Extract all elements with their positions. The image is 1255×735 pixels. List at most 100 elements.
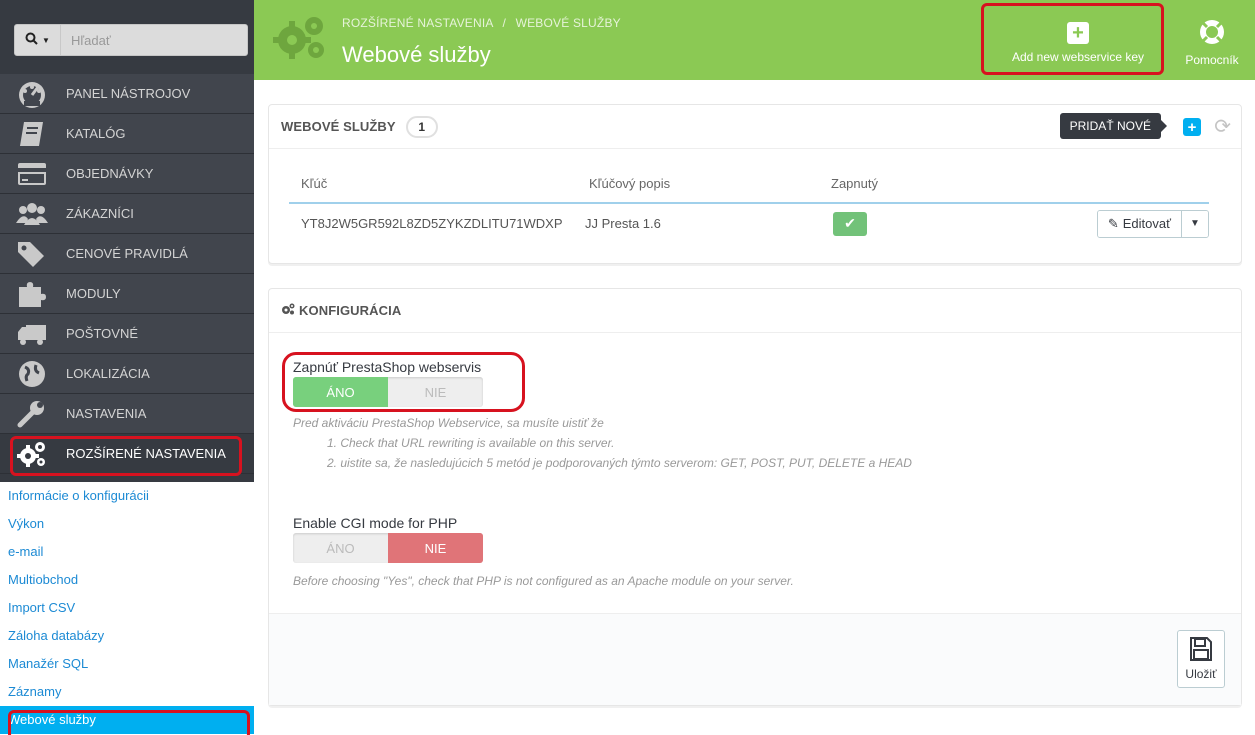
plus-icon: +: [1067, 22, 1089, 44]
edit-dropdown-toggle[interactable]: ▼: [1182, 210, 1208, 237]
submenu-item-db-backup[interactable]: Záloha databázy: [0, 622, 254, 650]
save-label: Uložiť: [1185, 667, 1217, 681]
users-icon: [14, 198, 50, 230]
submenu-item-csv-import[interactable]: Import CSV: [0, 594, 254, 622]
sidebar-item-label: ZÁKAZNÍCI: [66, 206, 134, 221]
sidebar-item-orders[interactable]: OBJEDNÁVKY: [0, 154, 254, 194]
gears-icon: [272, 14, 328, 62]
pencil-icon: ✎: [1107, 215, 1119, 231]
switch-no-option[interactable]: NIE: [388, 533, 483, 563]
floppy-disk-icon: [1190, 637, 1212, 664]
sidebar-item-label: POŠTOVNÉ: [66, 326, 139, 341]
table-header-row: Kľúč Kľúčový popis Zapnutý: [289, 165, 1209, 204]
enabled-check-icon[interactable]: ✔: [833, 211, 867, 236]
sidebar-item-modules[interactable]: MODULY: [0, 274, 254, 314]
help-button[interactable]: Pomocník: [1172, 0, 1252, 80]
help-step-1: 1. Check that URL rewriting is available…: [327, 436, 615, 450]
help-intro: Pred aktiváciu PrestaShop Webservice, sa…: [293, 416, 604, 430]
refresh-icon[interactable]: ⟳: [1214, 114, 1231, 139]
table-row[interactable]: YT8J2W5GR592L8ZD5ZYKZDLITU71WDXP JJ Pres…: [289, 203, 1209, 243]
panel-title: KONFIGURÁCIA: [299, 303, 402, 318]
sidebar-item-advanced-parameters[interactable]: ROZŠÍRENÉ NASTAVENIA: [0, 434, 254, 474]
edit-label: Editovať: [1122, 216, 1171, 231]
sidebar-item-label: LOKALIZÁCIA: [66, 366, 150, 381]
sidebar-item-label: OBJEDNÁVKY: [66, 166, 154, 181]
search-input[interactable]: [61, 25, 247, 55]
submenu-item-sql-manager[interactable]: Manažér SQL: [0, 650, 254, 678]
cgi-help-text: Before choosing "Yes", check that PHP is…: [293, 574, 794, 588]
wrench-icon: [14, 398, 50, 430]
submenu-item-logs[interactable]: Záznamy: [0, 678, 254, 706]
cgi-mode-label: Enable CGI mode for PHP: [293, 515, 458, 531]
add-webservice-key-button[interactable]: + Add new webservice key: [992, 0, 1164, 80]
panel-footer: Uložiť: [269, 613, 1241, 705]
switch-yes-option[interactable]: ÁNO: [293, 377, 388, 407]
tags-icon: [14, 238, 50, 270]
cell-actions: ✎ Editovať ▼: [1009, 203, 1209, 243]
page-title: Webové služby: [342, 42, 491, 67]
lifesaver-icon: [1198, 14, 1226, 53]
sidebar-item-price-rules[interactable]: CENOVÉ PRAVIDLÁ: [0, 234, 254, 274]
submenu-item-configuration-info[interactable]: Informácie o konfigurácii: [0, 482, 254, 510]
breadcrumb: ROZŠÍRENÉ NASTAVENIA / WEBOVÉ SLUŽBY: [342, 16, 621, 30]
search-bar: ▼: [14, 24, 248, 56]
sidebar-item-dashboard[interactable]: PANEL NÁSTROJOV: [0, 74, 254, 114]
submenu-item-multistore[interactable]: Multiobchod: [0, 566, 254, 594]
edit-button-group: ✎ Editovať ▼: [1096, 209, 1209, 238]
globe-icon: [14, 358, 50, 390]
edit-button[interactable]: ✎ Editovať: [1097, 210, 1182, 237]
breadcrumb-separator: /: [502, 16, 507, 30]
switch-no-option[interactable]: NIE: [388, 377, 483, 407]
sidebar-item-customers[interactable]: ZÁKAZNÍCI: [0, 194, 254, 234]
count-badge: 1: [405, 115, 438, 138]
book-icon: [14, 118, 50, 150]
enable-webservice-switch[interactable]: ÁNO NIE: [293, 377, 483, 407]
sidebar: ▼ PANEL NÁSTROJOV KATALÓG OBJEDNÁVKY: [0, 0, 254, 735]
sidebar-item-label: CENOVÉ PRAVIDLÁ: [66, 246, 188, 261]
column-header-key[interactable]: Kľúč: [289, 165, 577, 204]
submenu-item-performance[interactable]: Výkon: [0, 510, 254, 538]
submenu-item-webservice[interactable]: Webové služby: [0, 706, 254, 734]
cogs-icon: [281, 303, 295, 318]
sidebar-item-label: KATALÓG: [66, 126, 126, 141]
breadcrumb-item[interactable]: ROZŠÍRENÉ NASTAVENIA: [342, 16, 493, 30]
truck-icon: [14, 318, 50, 350]
submenu-item-email[interactable]: e-mail: [0, 538, 254, 566]
sidebar-item-settings[interactable]: NASTAVENIA: [0, 394, 254, 434]
sidebar-menu: PANEL NÁSTROJOV KATALÓG OBJEDNÁVKY ZÁKAZ…: [0, 74, 254, 474]
sidebar-item-catalog[interactable]: KATALÓG: [0, 114, 254, 154]
sidebar-item-label: MODULY: [66, 286, 121, 301]
dashboard-icon: [14, 78, 50, 110]
column-header-actions: [1009, 165, 1209, 204]
search-dropdown-button[interactable]: ▼: [15, 25, 61, 55]
column-header-description[interactable]: Kľúčový popis: [577, 165, 819, 204]
sidebar-item-shipping[interactable]: POŠTOVNÉ: [0, 314, 254, 354]
webservice-table: Kľúč Kľúčový popis Zapnutý YT8J2W5GR592L…: [289, 165, 1209, 243]
column-header-enabled[interactable]: Zapnutý: [819, 165, 1009, 204]
puzzle-icon: [14, 278, 50, 310]
sidebar-item-label: PANEL NÁSTROJOV: [66, 86, 191, 101]
cgi-mode-switch[interactable]: ÁNO NIE: [293, 533, 483, 563]
credit-card-icon: [14, 158, 50, 190]
sidebar-item-label: ROZŠÍRENÉ NASTAVENIA: [66, 446, 226, 461]
panel-heading: KONFIGURÁCIA: [269, 289, 1241, 333]
cell-enabled: ✔: [819, 203, 1009, 243]
webservices-panel: WEBOVÉ SLUŽBY 1 PRIDAŤ NOVÉ + ⟳ Kľúč Kľú…: [268, 104, 1242, 264]
configuration-panel: KONFIGURÁCIA Zapnúť PrestaShop webservis…: [268, 288, 1242, 706]
search-icon: [25, 32, 38, 48]
panel-title: WEBOVÉ SLUŽBY: [281, 119, 396, 134]
sidebar-item-label: NASTAVENIA: [66, 406, 147, 421]
sidebar-submenu: Informácie o konfigurácii Výkon e-mail M…: [0, 482, 254, 735]
webservice-help-text: Pred aktiváciu PrestaShop Webservice, sa…: [293, 413, 1193, 473]
breadcrumb-item[interactable]: WEBOVÉ SLUŽBY: [516, 16, 621, 30]
chevron-down-icon: ▼: [1190, 218, 1200, 229]
help-step-2: 2. uistite sa, že nasledujúcich 5 metód …: [327, 456, 912, 470]
save-button[interactable]: Uložiť: [1177, 630, 1225, 688]
switch-yes-option[interactable]: ÁNO: [293, 533, 388, 563]
add-new-tooltip: PRIDAŤ NOVÉ: [1059, 113, 1168, 139]
help-label: Pomocník: [1185, 52, 1239, 67]
add-new-button[interactable]: +: [1183, 118, 1201, 136]
page-header: ROZŠÍRENÉ NASTAVENIA / WEBOVÉ SLUŽBY Web…: [254, 0, 1255, 80]
enable-webservice-label: Zapnúť PrestaShop webservis: [293, 359, 482, 375]
sidebar-item-localization[interactable]: LOKALIZÁCIA: [0, 354, 254, 394]
